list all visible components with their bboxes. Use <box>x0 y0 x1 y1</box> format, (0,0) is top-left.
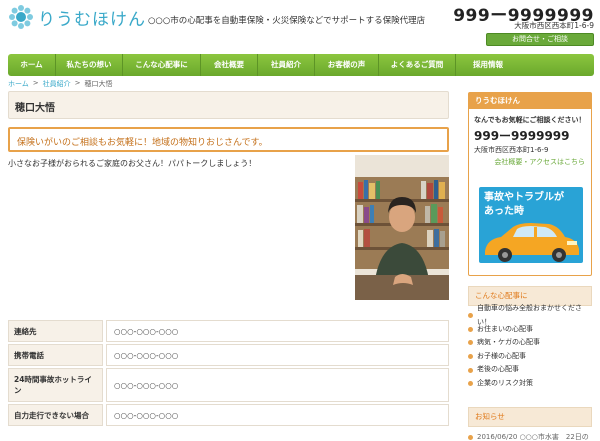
breadcrumb-section[interactable]: 社員紹介 <box>43 79 71 89</box>
row-value: ○○○-○○○-○○○ <box>106 368 449 402</box>
page-title: 穂口大悟 <box>15 103 55 114</box>
list-item[interactable]: 病気・ケガの心配事 <box>468 336 592 350</box>
nav-item-voices[interactable]: お客様の声 <box>315 54 379 76</box>
row-label: 自力走行できない場合 <box>8 404 103 426</box>
catchphrase: 保険いがいのご相談もお気軽に！地域の物知りおじさんです。 <box>17 138 268 148</box>
nav-item-staff[interactable]: 社員紹介 <box>258 54 315 76</box>
site-tagline: ○○○市の心配事を自動車保険・火災保険などでサポートする保険代理店 <box>148 16 426 26</box>
row-value: ○○○-○○○-○○○ <box>106 404 449 426</box>
row-value: ○○○-○○○-○○○ <box>106 320 449 342</box>
breadcrumb-separator: > <box>74 79 81 87</box>
contact-info-table: 連絡先 ○○○-○○○-○○○ 携帯電話 ○○○-○○○-○○○ 24時間事故ホ… <box>8 320 449 428</box>
catchphrase-box: 保険いがいのご相談もお気軽に！地域の物知りおじさんです。 <box>8 127 449 152</box>
table-row: 携帯電話 ○○○-○○○-○○○ <box>8 344 449 366</box>
breadcrumb-home[interactable]: ホーム <box>8 79 29 89</box>
sidebar-contact-card: りうむほけん なんでもお気軽にご相談ください！ 999ー9999999 大阪市西… <box>468 92 592 276</box>
accident-banner[interactable]: 事故やトラブルが あった時 <box>479 187 583 263</box>
row-value: ○○○-○○○-○○○ <box>106 344 449 366</box>
row-label: 24時間事故ホットライン <box>8 368 103 402</box>
nav-item-recruit[interactable]: 採用情報 <box>456 54 520 76</box>
global-nav: ホーム 私たちの想い こんな心配事に 会社概要 社員紹介 お客様の声 よくあるご… <box>8 54 594 76</box>
header-address: 大阪市西区西本町1-6-9 <box>514 21 594 30</box>
breadcrumb: ホーム > 社員紹介 > 穂口大悟 <box>8 79 113 89</box>
banner-text: 事故やトラブルが あった時 <box>484 192 564 217</box>
nav-item-company[interactable]: 会社概要 <box>201 54 258 76</box>
table-row: 24時間事故ホットライン ○○○-○○○-○○○ <box>8 368 449 402</box>
site-logo[interactable]: りうむほけん <box>8 4 146 30</box>
list-item[interactable]: 老後の心配事 <box>468 363 592 377</box>
nav-item-concerns[interactable]: こんな心配事に <box>123 54 201 76</box>
list-item[interactable]: 自動車の悩み全般おまかせください！ <box>468 304 592 326</box>
page-title-box: 穂口大悟 <box>8 91 449 119</box>
flower-logo-icon <box>8 4 34 30</box>
concerns-list: 自動車の悩み全般おまかせください！ お住まいの心配事 病気・ケガの心配事 お子様… <box>468 304 592 391</box>
row-label: 連絡先 <box>8 320 103 342</box>
intro-text: 小さなお子様がおられるご家庭のお父さん！パパトークしましょう！ <box>8 159 257 168</box>
nav-item-philosophy[interactable]: 私たちの想い <box>56 54 123 76</box>
nav-item-faq[interactable]: よくあるご質問 <box>379 54 456 76</box>
sidebar-address: 大阪市西区西本町1-6-9 <box>474 146 549 154</box>
news-item[interactable]: 2016/06/20 ○○○市水害 22日の <box>468 432 589 441</box>
sidebar-phone: 999ー9999999 <box>474 129 570 143</box>
contact-button[interactable]: お問合せ・ご相談 <box>486 33 594 46</box>
list-item[interactable]: 企業のリスク対策 <box>468 377 592 391</box>
breadcrumb-separator: > <box>32 79 39 87</box>
breadcrumb-current: 穂口大悟 <box>84 80 113 88</box>
table-row: 連絡先 ○○○-○○○-○○○ <box>8 320 449 342</box>
company-access-link[interactable]: 会社概要・アクセスはこちら <box>469 155 591 167</box>
staff-photo <box>355 155 449 300</box>
nav-item-home[interactable]: ホーム <box>8 54 56 76</box>
sidebar-card-title: りうむほけん <box>469 93 591 109</box>
list-item[interactable]: お子様の心配事 <box>468 350 592 364</box>
car-icon <box>485 223 579 262</box>
logo-text: りうむほけん <box>38 9 146 30</box>
table-row: 自力走行できない場合 ○○○-○○○-○○○ <box>8 404 449 426</box>
sidebar-lead: なんでもお気軽にご相談ください！ <box>474 116 586 124</box>
row-label: 携帯電話 <box>8 344 103 366</box>
news-section-header: お知らせ <box>468 407 592 427</box>
